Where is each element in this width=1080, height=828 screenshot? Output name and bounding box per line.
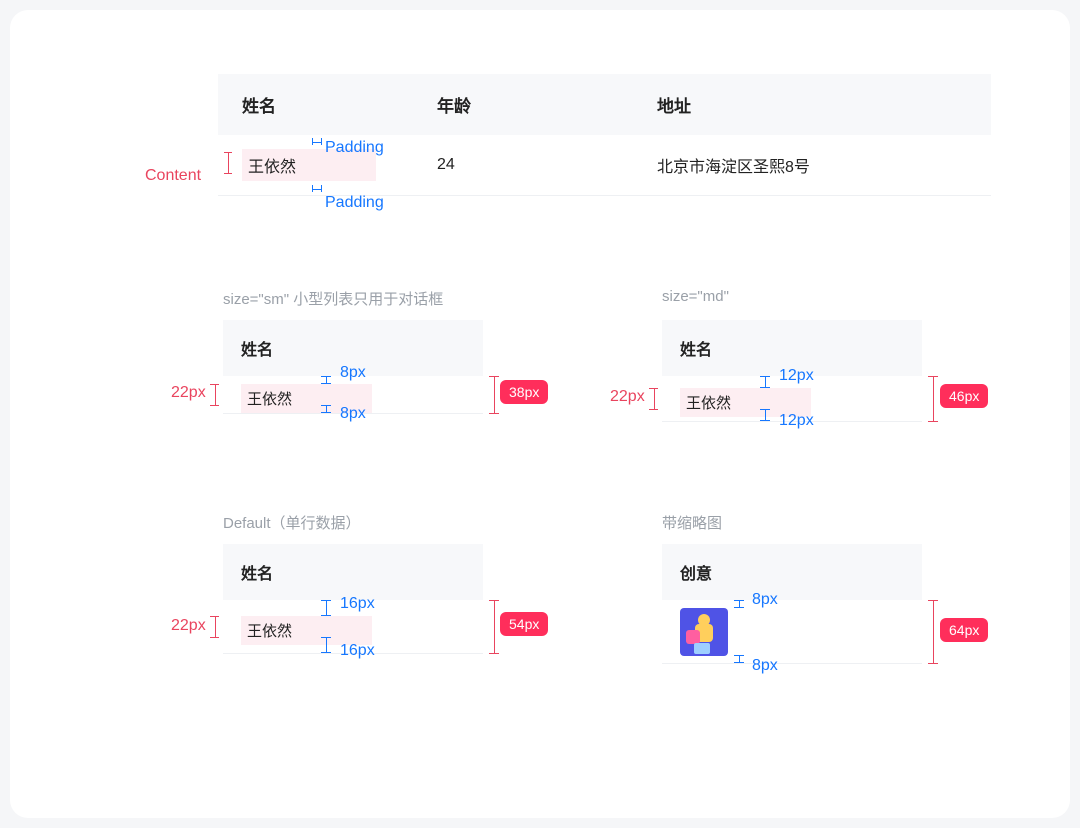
thumb-rowh-beam: [928, 600, 938, 664]
md-content-beam: [649, 388, 658, 410]
md-pad-top: 12px: [779, 367, 814, 385]
default-pad-bot: 16px: [340, 642, 375, 660]
padding-bottom-beam: [312, 185, 322, 192]
thumb-figure-camera: [686, 630, 700, 644]
default-header: 姓名: [223, 544, 483, 600]
thumb-header: 创意: [662, 544, 922, 600]
md-content-h: 22px: [610, 388, 645, 406]
default-content-h: 22px: [171, 617, 206, 635]
default-pad-top: 16px: [340, 595, 375, 613]
thumb-caption: 带缩略图: [662, 512, 722, 533]
spec-inner: 姓名 年龄 地址 王依然 24 北京市海淀区圣熙8号 Content Paddi…: [64, 62, 1016, 772]
md-pad-bot: 12px: [779, 412, 814, 430]
thumb-pad-top-beam: [734, 600, 744, 608]
sm-row-h: 38px: [500, 380, 548, 404]
main-age-cell: 24: [437, 156, 657, 174]
thumb-figure-box: [694, 643, 710, 654]
default-row-h: 54px: [500, 612, 548, 636]
col-header-age: 年龄: [437, 92, 657, 117]
sm-caption: size="sm" 小型列表只用于对话框: [223, 288, 443, 309]
md-pad-top-beam: [760, 376, 770, 388]
md-pad-bot-beam: [760, 409, 770, 421]
padding-top-beam: [312, 138, 322, 145]
default-pad-bot-beam: [321, 637, 331, 653]
sm-pad-bot-beam: [321, 405, 331, 413]
main-table-head-row: 姓名 年龄 地址: [218, 74, 991, 135]
thumbnail-icon: [680, 608, 728, 656]
sm-pad-bot: 8px: [340, 405, 366, 423]
spec-canvas: 姓名 年龄 地址 王依然 24 北京市海淀区圣熙8号 Content Paddi…: [10, 10, 1070, 818]
main-table: 姓名 年龄 地址 王依然 24 北京市海淀区圣熙8号: [218, 74, 991, 196]
main-addr-cell: 北京市海淀区圣熙8号: [657, 153, 967, 177]
padding-bottom-label: Padding: [325, 194, 384, 212]
default-cell: 王依然: [241, 616, 372, 645]
padding-top-label: Padding: [325, 139, 384, 157]
md-row-h: 46px: [940, 384, 988, 408]
thumb-pad-top: 8px: [752, 591, 778, 609]
thumb-row-h: 64px: [940, 618, 988, 642]
sm-pad-top: 8px: [340, 364, 366, 382]
content-height-beam: [224, 152, 232, 174]
default-pad-top-beam: [321, 600, 331, 616]
col-header-addr: 地址: [657, 92, 967, 117]
default-content-beam: [210, 616, 219, 638]
md-caption: size="md": [662, 288, 729, 305]
thumb-row: [662, 600, 922, 664]
sm-pad-top-beam: [321, 376, 331, 384]
spec-thumb: 创意: [662, 544, 922, 664]
sm-rowh-beam: [489, 376, 499, 414]
default-caption: Default（单行数据）: [223, 512, 361, 533]
sm-content-h: 22px: [171, 384, 206, 402]
sm-content-beam: [210, 384, 219, 406]
md-rowh-beam: [928, 376, 938, 422]
col-header-name: 姓名: [242, 92, 437, 117]
default-rowh-beam: [489, 600, 499, 654]
thumb-pad-bot: 8px: [752, 657, 778, 675]
thumb-pad-bot-beam: [734, 655, 744, 663]
content-label: Content: [145, 167, 201, 185]
